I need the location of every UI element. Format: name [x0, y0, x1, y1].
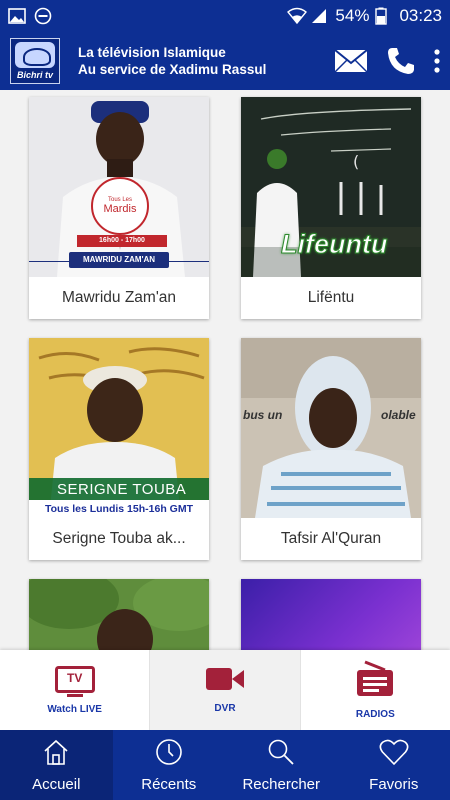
svg-text:(: ( — [353, 152, 359, 171]
program-title: Serigne Touba ak... — [52, 530, 186, 547]
program-card[interactable]: ( Lifeuntu Lifëntu — [241, 97, 421, 319]
program-thumbnail: SERIGNE TOUBA Tous les Lundis 15h-16h GM… — [29, 338, 209, 518]
radios-button[interactable]: RADIOS — [301, 650, 450, 730]
app-header: Bichri tv La télévision Islamique Au ser… — [0, 32, 450, 90]
battery-percent: 54% — [335, 6, 370, 25]
nav-favoris-label: Favoris — [369, 775, 419, 793]
program-banner: SERIGNE TOUBA — [57, 481, 187, 498]
status-bar: 54% 03:23 — [0, 0, 450, 32]
bottom-navigation: Accueil Récents Rechercher Favoris — [0, 730, 450, 800]
watch-live-label: Watch LIVE — [47, 703, 102, 715]
program-title: Tafsir Al'Quran — [280, 530, 382, 547]
program-card[interactable] — [241, 579, 421, 650]
mail-icon[interactable] — [334, 49, 368, 73]
quick-access-bar: TV Watch LIVE DVR RADIOS — [0, 650, 450, 730]
program-card[interactable] — [29, 579, 209, 650]
schedule-badge: Tous Les Mardis — [91, 177, 149, 235]
app-logo: Bichri tv — [10, 38, 60, 84]
logo-text: Bichri tv — [16, 70, 53, 80]
nav-accueil[interactable]: Accueil — [0, 730, 113, 800]
watch-live-button[interactable]: TV Watch LIVE — [0, 650, 149, 730]
program-card[interactable]: bus un olable Tafsir Al'Quran — [241, 338, 421, 560]
program-thumbnail — [241, 579, 421, 650]
home-icon — [42, 738, 70, 770]
program-title: Lifëntu — [307, 289, 355, 306]
background-text: bus un — [243, 408, 283, 422]
dvr-button[interactable]: DVR — [149, 650, 301, 730]
nav-recents[interactable]: Récents — [113, 730, 226, 800]
logo-mark — [15, 42, 55, 68]
video-camera-icon — [205, 666, 245, 697]
program-thumbnail — [29, 579, 209, 650]
radio-icon — [355, 660, 395, 703]
program-card[interactable]: Tous Les Mardis 16h00 - 17h00 MAWRIDU ZA… — [29, 97, 209, 319]
schedule-badge-day: Mardis — [103, 203, 137, 215]
nav-rechercher[interactable]: Rechercher — [225, 730, 338, 800]
header-subtitle: Au service de Xadimu Rassul — [78, 62, 267, 77]
program-thumbnail: ( Lifeuntu — [241, 97, 421, 277]
program-title: Mawridu Zam'an — [61, 289, 177, 306]
tv-icon: TV — [54, 665, 95, 698]
do-not-disturb-icon — [34, 7, 52, 25]
program-card[interactable]: SERIGNE TOUBA Tous les Lundis 15h-16h GM… — [29, 338, 209, 560]
battery-icon — [375, 7, 393, 25]
program-thumbnail: bus un olable — [241, 338, 421, 518]
header-title: La télévision Islamique — [78, 45, 226, 60]
nav-recents-label: Récents — [141, 775, 197, 793]
clock-icon — [155, 738, 183, 770]
more-options-icon[interactable] — [434, 49, 440, 73]
schedule-time-banner: 16h00 - 17h00 — [77, 235, 167, 247]
programs-grid: Tous Les Mardis 16h00 - 17h00 MAWRIDU ZA… — [0, 90, 450, 650]
phone-icon[interactable] — [386, 46, 416, 76]
clock: 03:23 — [399, 6, 442, 25]
nav-favoris[interactable]: Favoris — [338, 730, 450, 800]
signal-icon — [311, 7, 329, 25]
nav-rechercher-label: Rechercher — [242, 775, 321, 793]
dvr-label: DVR — [214, 703, 236, 714]
program-banner: MAWRIDU ZAM'AN — [69, 252, 169, 268]
radios-label: RADIOS — [355, 709, 395, 720]
program-thumbnail: Tous Les Mardis 16h00 - 17h00 MAWRIDU ZA… — [29, 97, 209, 277]
header-titles: La télévision Islamique Au service de Xa… — [78, 44, 266, 78]
search-icon — [267, 738, 295, 770]
background-text: olable — [381, 408, 416, 422]
image-notification-icon — [8, 7, 26, 25]
tv-icon-text: TV — [66, 670, 83, 685]
wifi-icon — [287, 7, 308, 25]
schedule-text: Tous les Lundis 15h-16h GMT — [29, 500, 209, 518]
nav-accueil-label: Accueil — [32, 775, 81, 793]
program-banner: Lifeuntu — [280, 229, 388, 260]
heart-icon — [379, 738, 409, 770]
